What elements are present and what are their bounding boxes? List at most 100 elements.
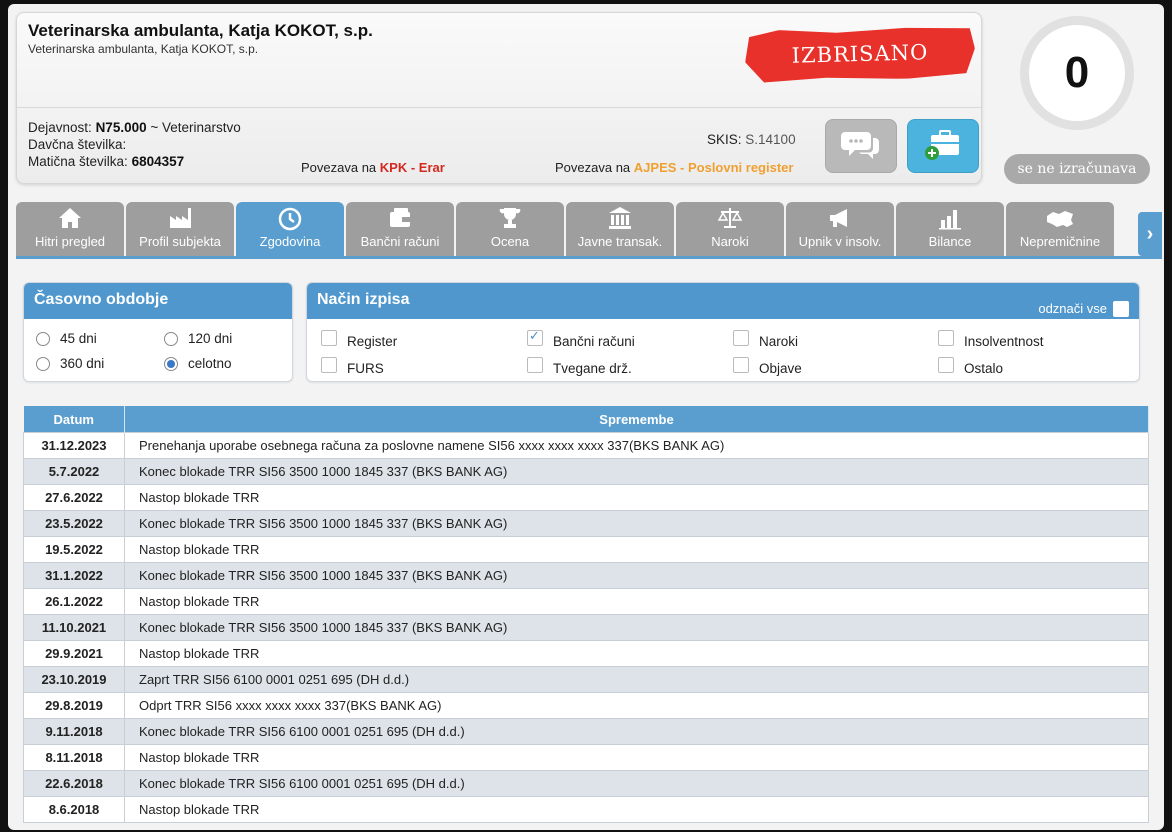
table-row: 29.8.2019 Odprt TRR SI56 xxxx xxxx xxxx 3… (23, 692, 1149, 719)
tab-hitri-pregled[interactable]: Hitri pregled (16, 202, 124, 256)
tab-zgodovina[interactable]: Zgodovina (236, 202, 344, 256)
table-header-row: Datum Spremembe (23, 406, 1149, 433)
tab-label: Upnik v insolv. (798, 234, 882, 249)
unselect-all-toggle[interactable]: odznači vse (1038, 292, 1129, 326)
unselect-all-label: odznači vse (1038, 301, 1107, 316)
period-option-celotno[interactable]: celotno (164, 356, 232, 371)
table-row: 8.6.2018 Nastop blokade TRR (23, 796, 1149, 823)
table-row: 8.11.2018 Nastop blokade TRR (23, 744, 1149, 771)
filter-ostalo[interactable]: Ostalo (938, 357, 1003, 376)
wallet-icon (346, 206, 454, 232)
ajpes-register-link[interactable]: AJPES - Poslovni register (634, 160, 794, 175)
maticna-label: Matična številka: (28, 154, 128, 169)
tab-label: Zgodovina (259, 234, 321, 249)
filter-naroki[interactable]: Naroki (733, 330, 799, 349)
checkbox-label: Register (347, 333, 398, 349)
row-date: 29.8.2019 (23, 692, 125, 719)
filter-furs[interactable]: FURS (321, 357, 384, 376)
tab-nepremicnine[interactable]: Nepremičnine (1006, 202, 1114, 256)
radio-label: 120 dni (188, 331, 233, 346)
tab-profil-subjekta[interactable]: Profil subjekta (126, 202, 234, 256)
column-header-spremembe[interactable]: Spremembe (124, 406, 1149, 433)
checkbox[interactable] (733, 357, 749, 373)
checkbox[interactable] (938, 357, 954, 373)
tab-bancni-racuni[interactable]: Bančni računi (346, 202, 454, 256)
score-value: 0 (1029, 25, 1125, 121)
column-header-datum[interactable]: Datum (23, 406, 125, 433)
dejavnost-text: ~ Veterinarstvo (150, 120, 241, 135)
checkbox-label: Insolventnost (964, 333, 1044, 349)
row-change: Nastop blokade TRR (124, 484, 1149, 511)
row-date: 31.1.2022 (23, 562, 125, 589)
briefcase-add-icon (923, 127, 963, 166)
filter-objave[interactable]: Objave (733, 357, 802, 376)
table-row: 31.12.2023 Prenehanja uporabe osebnega ra… (23, 432, 1149, 459)
table-row: 23.10.2019 Zaprt TRR SI56 6100 0001 0251 … (23, 666, 1149, 693)
table-row: 23.5.2022 Konec blokade TRR SI56 3500 100… (23, 510, 1149, 537)
row-date: 19.5.2022 (23, 536, 125, 563)
table-row: 22.6.2018 Konec blokade TRR SI56 6100 000… (23, 770, 1149, 797)
table-row: 9.11.2018 Konec blokade TRR SI56 6100 000… (23, 718, 1149, 745)
tab-upnik-v-insolv[interactable]: Upnik v insolv. (786, 202, 894, 256)
row-date: 22.6.2018 (23, 770, 125, 797)
dejavnost-line: Dejavnost: N75.000 ~ Veterinarstvo (28, 120, 241, 135)
period-option-360[interactable]: 360 dni (36, 356, 104, 371)
tab-bar: Hitri pregled Profil subjekta Zgodovina … (16, 202, 1162, 258)
tab-naroki[interactable]: Naroki (676, 202, 784, 256)
radio-button[interactable] (36, 356, 50, 371)
checkbox-label: Naroki (759, 333, 799, 349)
filter-bancni-racuni[interactable]: Bančni računi (527, 328, 635, 349)
mode-title: Način izpisa (317, 291, 410, 308)
tab-label: Javne transak. (577, 234, 663, 249)
filter-register[interactable]: Register (321, 330, 398, 349)
maticna-line: Matična številka: 6804357 (28, 154, 184, 169)
radio-button[interactable] (36, 331, 50, 346)
row-change: Konec blokade TRR SI56 3500 1000 1845 33… (124, 562, 1149, 589)
scales-icon (676, 206, 784, 232)
radio-button[interactable] (164, 356, 178, 371)
tab-ocena[interactable]: Ocena (456, 202, 564, 256)
row-date: 26.1.2022 (23, 588, 125, 615)
row-change: Nastop blokade TRR (124, 536, 1149, 563)
table-row: 29.9.2021 Nastop blokade TRR (23, 640, 1149, 667)
mode-panel: Način izpisa odznači vse Register Bančni… (306, 282, 1140, 382)
checkbox[interactable] (321, 330, 337, 346)
filter-tvegane-drzave[interactable]: Tvegane drž. (527, 357, 632, 376)
tab-label: Bilance (928, 234, 972, 249)
radio-label: 360 dni (60, 356, 105, 371)
filter-insolventnost[interactable]: Insolventnost (938, 330, 1044, 349)
tab-javne-transakcije[interactable]: Javne transak. (566, 202, 674, 256)
checkbox[interactable] (527, 328, 543, 346)
radio-label: 45 dni (60, 331, 97, 346)
checkbox[interactable] (733, 330, 749, 346)
tab-label: Hitri pregled (34, 234, 106, 249)
row-change: Nastop blokade TRR (124, 640, 1149, 667)
building-icon (566, 206, 674, 232)
unselect-all-checkbox[interactable] (1113, 301, 1129, 317)
megaphone-icon (786, 206, 894, 232)
row-change: Konec blokade TRR SI56 3500 1000 1845 33… (124, 458, 1149, 485)
add-to-portfolio-button[interactable] (907, 119, 979, 173)
tab-label: Nepremičnine (1019, 234, 1101, 249)
period-title: Časovno obdobje (24, 283, 292, 319)
row-change: Konec blokade TRR SI56 3500 1000 1845 33… (124, 510, 1149, 537)
factory-icon (126, 206, 234, 232)
comments-button[interactable] (825, 119, 897, 173)
checkbox[interactable] (938, 330, 954, 346)
history-table: Datum Spremembe 31.12.2023 Prenehanja upo… (23, 406, 1149, 823)
tab-bilance[interactable]: Bilance (896, 202, 1004, 256)
dejavnost-label: Dejavnost: (28, 120, 92, 135)
period-option-120[interactable]: 120 dni (164, 331, 232, 346)
checkbox[interactable] (321, 357, 337, 373)
tabs-next-button[interactable]: › (1138, 212, 1162, 256)
row-date: 9.11.2018 (23, 718, 125, 745)
deleted-stamp: IZBRISANO (744, 25, 975, 83)
period-option-45[interactable]: 45 dni (36, 331, 97, 346)
davcna-line: Davčna številka: (28, 137, 126, 152)
chat-bubbles-icon (841, 128, 881, 165)
checkbox[interactable] (527, 357, 543, 373)
history-icon (236, 206, 344, 232)
radio-button[interactable] (164, 331, 178, 346)
row-change: Odprt TRR SI56 xxxx xxxx xxxx 337(BKS BA… (124, 692, 1149, 719)
kpk-erar-link[interactable]: KPK - Erar (380, 160, 445, 175)
